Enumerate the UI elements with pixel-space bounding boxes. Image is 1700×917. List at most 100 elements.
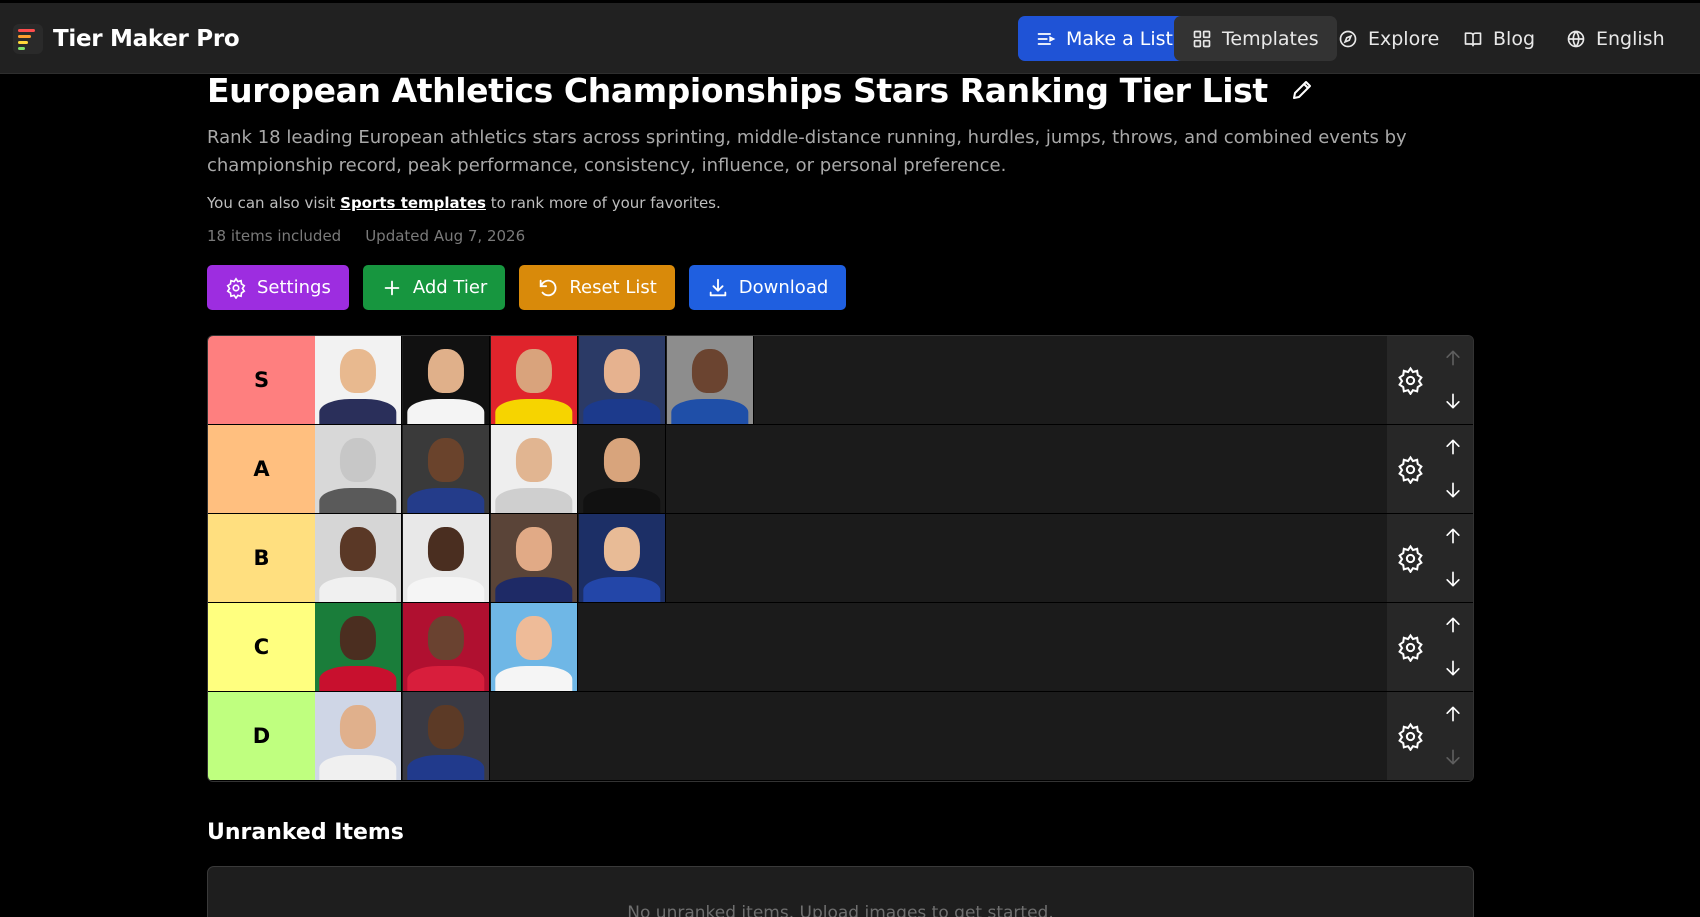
move-up-arrow-icon[interactable]: [1443, 348, 1463, 368]
tier-settings-gear-icon[interactable]: [1396, 544, 1425, 573]
move-down-arrow-icon[interactable]: [1443, 391, 1463, 411]
tier-controls: [1387, 603, 1473, 691]
athlete-photo[interactable]: [579, 336, 666, 424]
tier-items: [315, 336, 754, 424]
athlete-body-shape: [495, 399, 573, 424]
athlete-photo[interactable]: [315, 603, 402, 691]
tier-controls: [1387, 514, 1473, 602]
tier-label[interactable]: A: [208, 425, 315, 513]
compass-icon: [1339, 30, 1357, 47]
sports-templates-link[interactable]: Sports templates: [340, 194, 486, 212]
athlete-head-shape: [339, 705, 377, 750]
move-up-arrow-icon[interactable]: [1443, 615, 1463, 635]
edit-pencil-icon[interactable]: [1290, 78, 1314, 102]
tier-label[interactable]: C: [208, 603, 315, 691]
athlete-photo[interactable]: [403, 336, 490, 424]
athlete-body-shape: [319, 666, 397, 691]
action-buttons: Settings Add Tier Reset List Download: [207, 265, 847, 310]
athlete-photo[interactable]: [491, 603, 578, 691]
page-title: European Athletics Championships Stars R…: [207, 70, 1268, 110]
tier-controls: [1387, 425, 1473, 513]
athlete-body-shape: [407, 577, 485, 602]
move-up-arrow-icon[interactable]: [1443, 526, 1463, 546]
athlete-photo[interactable]: [491, 425, 578, 513]
unranked-dropzone[interactable]: No unranked items. Upload images to get …: [207, 866, 1474, 917]
move-down-arrow-icon[interactable]: [1443, 658, 1463, 678]
tier-label[interactable]: D: [208, 692, 315, 780]
athlete-photo[interactable]: [315, 425, 402, 513]
tier-settings-gear-icon[interactable]: [1396, 455, 1425, 484]
reset-list-button[interactable]: Reset List: [519, 265, 675, 310]
athlete-head-shape: [427, 616, 465, 661]
tier-items: [315, 425, 666, 513]
language-selector[interactable]: English: [1548, 16, 1683, 61]
tier-items: [315, 603, 578, 691]
tier-row: A: [208, 425, 1473, 514]
templates-label: Templates: [1222, 27, 1319, 50]
make-a-list-label: Make a List: [1066, 27, 1173, 50]
tier-label[interactable]: B: [208, 514, 315, 602]
updated-date: Updated Aug 7, 2026: [365, 227, 526, 245]
athlete-head-shape: [339, 616, 377, 661]
explore-button[interactable]: Explore: [1320, 16, 1457, 61]
tier-settings-gear-icon[interactable]: [1396, 722, 1425, 751]
page-description: Rank 18 leading European athletics stars…: [207, 127, 1407, 176]
athlete-photo[interactable]: [579, 514, 666, 602]
athlete-photo[interactable]: [403, 425, 490, 513]
explore-label: Explore: [1368, 27, 1440, 50]
athlete-body-shape: [407, 755, 485, 780]
athlete-head-shape: [515, 438, 553, 483]
add-tier-button[interactable]: Add Tier: [362, 265, 506, 310]
tier-row: S: [208, 336, 1473, 425]
athlete-photo[interactable]: [403, 692, 490, 780]
blog-button[interactable]: Blog: [1445, 16, 1553, 61]
athlete-head-shape: [427, 438, 465, 483]
make-a-list-button[interactable]: Make a List: [1018, 16, 1191, 61]
book-icon: [1464, 31, 1482, 47]
tier-settings-gear-icon[interactable]: [1396, 633, 1425, 662]
list-icon: [1037, 32, 1056, 45]
tier-settings-gear-icon[interactable]: [1396, 366, 1425, 395]
items-count: 18 items included: [207, 227, 342, 245]
athlete-head-shape: [427, 705, 465, 750]
athlete-head-shape: [515, 349, 553, 394]
athlete-photo[interactable]: [315, 692, 402, 780]
settings-button[interactable]: Settings: [207, 265, 349, 310]
athlete-photo[interactable]: [491, 336, 578, 424]
move-up-arrow-icon[interactable]: [1443, 704, 1463, 724]
add-tier-label: Add Tier: [412, 277, 488, 298]
move-down-arrow-icon[interactable]: [1443, 569, 1463, 589]
title-row: European Athletics Championships Stars R…: [207, 70, 1473, 110]
templates-button[interactable]: Templates: [1174, 16, 1337, 61]
reset-icon: [540, 279, 557, 296]
athlete-body-shape: [495, 666, 573, 691]
brand-name[interactable]: Tier Maker Pro: [53, 26, 240, 52]
visit-suffix: to rank more of your favorites.: [485, 194, 721, 212]
reset-list-label: Reset List: [569, 277, 657, 298]
athlete-head-shape: [427, 349, 465, 394]
athlete-head-shape: [515, 527, 553, 572]
athlete-photo[interactable]: [315, 336, 402, 424]
download-button[interactable]: Download: [688, 265, 847, 310]
athlete-photo[interactable]: [315, 514, 402, 602]
athlete-body-shape: [583, 577, 661, 602]
blog-label: Blog: [1493, 27, 1535, 50]
grid-icon: [1193, 30, 1211, 47]
tier-label[interactable]: S: [208, 336, 315, 424]
download-icon: [709, 278, 727, 296]
athlete-head-shape: [603, 438, 641, 483]
athlete-photo[interactable]: [403, 514, 490, 602]
move-up-arrow-icon[interactable]: [1443, 437, 1463, 457]
logo-icon[interactable]: [13, 24, 43, 54]
athlete-photo[interactable]: [667, 336, 754, 424]
tier-row: B: [208, 514, 1473, 603]
athlete-head-shape: [427, 527, 465, 572]
move-down-arrow-icon[interactable]: [1443, 480, 1463, 500]
athlete-photo[interactable]: [579, 425, 666, 513]
move-down-arrow-icon[interactable]: [1443, 747, 1463, 767]
athlete-head-shape: [515, 616, 553, 661]
athlete-photo[interactable]: [491, 514, 578, 602]
athlete-photo[interactable]: [403, 603, 490, 691]
athlete-body-shape: [671, 399, 749, 424]
athlete-head-shape: [339, 349, 377, 394]
